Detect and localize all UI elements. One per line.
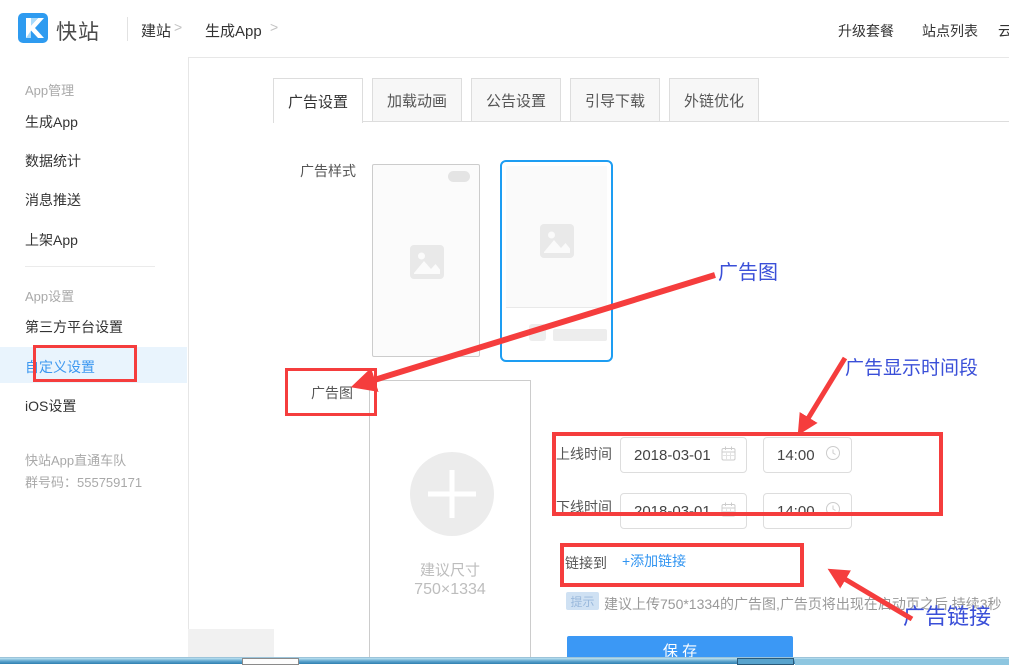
upload-hint-size: 建议尺寸 bbox=[370, 559, 530, 580]
clock-icon[interactable] bbox=[825, 501, 841, 521]
online-date-value: 2018-03-01 bbox=[634, 447, 711, 464]
offline-time-value: 14:00 bbox=[777, 503, 815, 520]
nav-upgrade-plan[interactable]: 升级套餐 bbox=[838, 21, 894, 41]
sidebar-item-data-statistics[interactable]: 数据统计 bbox=[25, 151, 81, 171]
tab-ad-settings[interactable]: 广告设置 bbox=[273, 78, 363, 123]
taskbar-segment bbox=[795, 659, 1009, 665]
text-placeholder bbox=[553, 329, 607, 341]
offline-time-input[interactable]: 14:00 bbox=[763, 493, 852, 529]
breadcrumb-chevron: > bbox=[270, 19, 278, 35]
ad-style-option-fullscreen[interactable] bbox=[372, 164, 480, 357]
ad-preview-image-area bbox=[506, 166, 607, 308]
sidebar-item-custom-settings[interactable]: 自定义设置 bbox=[0, 347, 187, 383]
top-header: 快站 建站 > 生成App > 升级套餐 站点列表 云 bbox=[0, 0, 1009, 58]
taskbar-sliver[interactable] bbox=[0, 657, 1009, 664]
nav-site-list[interactable]: 站点列表 bbox=[922, 21, 978, 41]
upload-hint-dimensions: 750×1334 bbox=[370, 581, 530, 599]
tab-loading-animation[interactable]: 加载动画 bbox=[372, 78, 462, 122]
offline-date-input[interactable]: 2018-03-01 bbox=[620, 493, 747, 529]
sidebar-divider bbox=[25, 266, 155, 267]
sidebar-item-message-push[interactable]: 消息推送 bbox=[25, 190, 81, 210]
online-date-input[interactable]: 2018-03-01 bbox=[620, 437, 747, 473]
sidebar-item-ios-settings[interactable]: iOS设置 bbox=[25, 396, 76, 416]
online-time-label: 上线时间 bbox=[556, 444, 612, 464]
ad-preview-bottom-strip bbox=[506, 308, 607, 356]
image-placeholder-icon bbox=[410, 245, 444, 284]
logo[interactable]: 快站 bbox=[18, 13, 100, 48]
offline-time-label: 下线时间 bbox=[556, 497, 612, 517]
online-time-value: 14:00 bbox=[777, 447, 815, 464]
sidebar-item-label: 自定义设置 bbox=[25, 357, 95, 377]
tabbar-bottom-line bbox=[273, 121, 1009, 122]
breadcrumb-site-builder[interactable]: 建站 bbox=[141, 20, 171, 41]
sidebar-item-third-party-settings[interactable]: 第三方平台设置 bbox=[25, 317, 123, 337]
annotation-note-ad-link: 广告链接 bbox=[903, 599, 991, 631]
plus-icon bbox=[410, 452, 494, 541]
arrow-to-time-fields bbox=[801, 358, 845, 430]
breadcrumb-generate-app[interactable]: 生成App bbox=[205, 20, 262, 41]
offline-date-value: 2018-03-01 bbox=[634, 503, 711, 520]
bottom-left-gray-panel bbox=[188, 629, 274, 659]
logo-icon bbox=[18, 13, 48, 48]
ad-image-label: 广告图 bbox=[311, 383, 353, 403]
sidebar-footer-team: 快站App直通车队 bbox=[25, 450, 126, 469]
sidebar-section-app-management: App管理 bbox=[25, 80, 74, 99]
ad-style-option-with-banner[interactable] bbox=[500, 160, 613, 362]
clock-icon[interactable] bbox=[825, 445, 841, 465]
annotation-note-time-range: 广告显示时间段 bbox=[845, 353, 978, 380]
link-to-label: 链接到 bbox=[565, 553, 607, 573]
calendar-icon[interactable] bbox=[721, 502, 736, 521]
sidebar-section-app-settings: App设置 bbox=[25, 286, 74, 305]
nav-cloud-clipped[interactable]: 云 bbox=[998, 21, 1009, 41]
logo-placeholder bbox=[529, 324, 546, 341]
header-divider bbox=[127, 17, 128, 41]
tab-guide-download[interactable]: 引导下载 bbox=[570, 78, 660, 122]
tab-external-link-optimization[interactable]: 外链优化 bbox=[669, 78, 759, 122]
logo-text: 快站 bbox=[56, 16, 100, 46]
calendar-icon[interactable] bbox=[721, 446, 736, 465]
tab-announcement-settings[interactable]: 公告设置 bbox=[471, 78, 561, 122]
add-link-button[interactable]: +添加链接 bbox=[622, 551, 686, 571]
online-time-input[interactable]: 14:00 bbox=[763, 437, 852, 473]
sidebar-item-publish-app[interactable]: 上架App bbox=[25, 230, 78, 250]
sidebar: App管理 生成App 数据统计 消息推送 上架App App设置 第三方平台设… bbox=[0, 57, 189, 664]
skip-pill bbox=[448, 171, 470, 182]
annotation-note-ad-image: 广告图 bbox=[718, 256, 778, 285]
breadcrumb-chevron: > bbox=[174, 19, 182, 35]
ad-style-label: 广告样式 bbox=[300, 161, 356, 181]
sidebar-item-generate-app[interactable]: 生成App bbox=[25, 112, 78, 132]
ad-image-upload[interactable]: 建议尺寸 750×1334 bbox=[369, 380, 531, 664]
tip-badge: 提示 bbox=[566, 592, 599, 610]
sidebar-footer-group-number: 群号码：555759171 bbox=[25, 472, 142, 491]
